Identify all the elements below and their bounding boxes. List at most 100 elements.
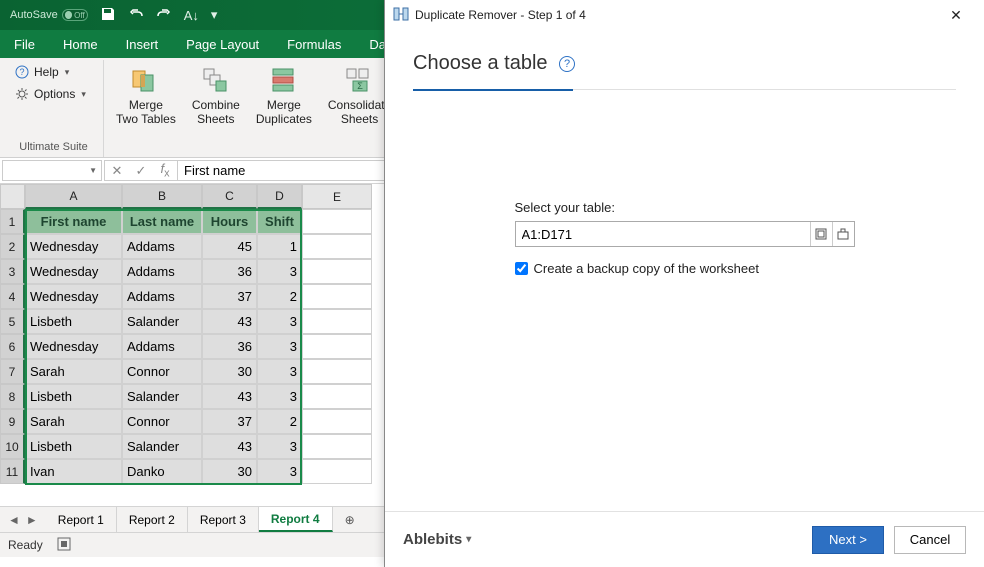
cell[interactable]: 36 bbox=[202, 334, 257, 359]
tab-home[interactable]: Home bbox=[49, 30, 112, 58]
cell[interactable]: 3 bbox=[257, 384, 302, 409]
cell[interactable]: 3 bbox=[257, 434, 302, 459]
cell[interactable]: Salander bbox=[122, 434, 202, 459]
autosave-control[interactable]: AutoSave Off bbox=[4, 9, 94, 21]
cell[interactable] bbox=[302, 234, 372, 259]
cell[interactable]: Danko bbox=[122, 459, 202, 484]
row-header[interactable]: 1 bbox=[0, 209, 25, 234]
cell[interactable] bbox=[302, 384, 372, 409]
cell[interactable]: Wednesday bbox=[25, 234, 122, 259]
tab-formulas[interactable]: Formulas bbox=[273, 30, 355, 58]
tab-insert[interactable]: Insert bbox=[112, 30, 173, 58]
next-sheet-icon[interactable]: ► bbox=[26, 513, 38, 527]
add-sheet-button[interactable]: ⊕ bbox=[333, 507, 367, 532]
col-header[interactable]: D bbox=[257, 184, 302, 209]
cell[interactable] bbox=[302, 459, 372, 484]
accept-icon[interactable]: ✓ bbox=[129, 163, 153, 179]
cell[interactable]: Addams bbox=[122, 284, 202, 309]
row-header[interactable]: 9 bbox=[0, 409, 25, 434]
cell[interactable]: Ivan bbox=[25, 459, 122, 484]
cell[interactable]: Wednesday bbox=[25, 259, 122, 284]
collapse-range-icon[interactable] bbox=[810, 222, 832, 246]
cell[interactable] bbox=[302, 359, 372, 384]
cell[interactable]: 37 bbox=[202, 284, 257, 309]
row-header[interactable]: 3 bbox=[0, 259, 25, 284]
undo-icon[interactable] bbox=[122, 6, 150, 25]
cell[interactable]: Connor bbox=[122, 359, 202, 384]
range-input[interactable] bbox=[516, 227, 810, 242]
cell[interactable]: 37 bbox=[202, 409, 257, 434]
fx-icon[interactable]: fx bbox=[153, 161, 177, 180]
cell[interactable] bbox=[302, 209, 372, 234]
sort-icon[interactable]: A↓ bbox=[178, 8, 205, 23]
next-button[interactable]: Next > bbox=[812, 526, 884, 554]
row-header[interactable]: 10 bbox=[0, 434, 25, 459]
autosave-toggle-icon[interactable]: Off bbox=[62, 9, 88, 21]
cell[interactable] bbox=[302, 284, 372, 309]
sheet-tab[interactable]: Report 2 bbox=[117, 507, 188, 532]
col-header[interactable]: A bbox=[25, 184, 122, 209]
cell[interactable]: 30 bbox=[202, 459, 257, 484]
cell[interactable] bbox=[302, 434, 372, 459]
combine-sheets-button[interactable]: CombineSheets bbox=[186, 62, 246, 128]
backup-checkbox[interactable] bbox=[515, 262, 528, 275]
sheet-nav[interactable]: ◄► bbox=[0, 507, 46, 532]
col-header[interactable]: C bbox=[202, 184, 257, 209]
cell[interactable]: 43 bbox=[202, 309, 257, 334]
merge-duplicates-button[interactable]: MergeDuplicates bbox=[250, 62, 318, 128]
cell[interactable]: 3 bbox=[257, 259, 302, 284]
cancel-icon[interactable]: ✕ bbox=[105, 163, 129, 179]
cell[interactable] bbox=[302, 259, 372, 284]
row-header[interactable]: 5 bbox=[0, 309, 25, 334]
cell[interactable]: Lisbeth bbox=[25, 309, 122, 334]
table-header-cell[interactable]: Last name bbox=[122, 209, 202, 234]
row-header[interactable]: 2 bbox=[0, 234, 25, 259]
cell[interactable]: 43 bbox=[202, 434, 257, 459]
cell[interactable]: Connor bbox=[122, 409, 202, 434]
dialog-titlebar[interactable]: Duplicate Remover - Step 1 of 4 ✕ bbox=[385, 0, 984, 30]
qat-customize-icon[interactable]: ▾ bbox=[205, 7, 224, 23]
cell[interactable] bbox=[302, 309, 372, 334]
tab-page-layout[interactable]: Page Layout bbox=[172, 30, 273, 58]
cell[interactable]: Addams bbox=[122, 234, 202, 259]
cell[interactable] bbox=[302, 334, 372, 359]
options-button[interactable]: Options ▾ bbox=[10, 84, 90, 104]
cell[interactable]: 2 bbox=[257, 409, 302, 434]
table-header-cell[interactable]: First name bbox=[25, 209, 122, 234]
expand-range-icon[interactable] bbox=[832, 222, 854, 246]
cell[interactable]: Lisbeth bbox=[25, 434, 122, 459]
name-box[interactable]: ▼ bbox=[2, 160, 102, 181]
save-icon[interactable] bbox=[94, 6, 122, 25]
cell[interactable]: Salander bbox=[122, 384, 202, 409]
cell[interactable]: 2 bbox=[257, 284, 302, 309]
sheet-tab[interactable]: Report 1 bbox=[46, 507, 117, 532]
cell[interactable]: Salander bbox=[122, 309, 202, 334]
row-header[interactable]: 8 bbox=[0, 384, 25, 409]
table-header-cell[interactable]: Shift bbox=[257, 209, 302, 234]
cell[interactable]: 36 bbox=[202, 259, 257, 284]
col-header[interactable]: B bbox=[122, 184, 202, 209]
branding[interactable]: Ablebits ▾ bbox=[403, 531, 471, 548]
cell[interactable]: Wednesday bbox=[25, 284, 122, 309]
cell[interactable]: Addams bbox=[122, 334, 202, 359]
cell[interactable]: Addams bbox=[122, 259, 202, 284]
row-header[interactable]: 11 bbox=[0, 459, 25, 484]
col-header[interactable]: E bbox=[302, 184, 372, 209]
merge-two-tables-button[interactable]: MergeTwo Tables bbox=[110, 62, 182, 128]
select-all-cell[interactable] bbox=[0, 184, 25, 209]
row-header[interactable]: 4 bbox=[0, 284, 25, 309]
close-button[interactable]: ✕ bbox=[936, 1, 976, 29]
cell[interactable]: Sarah bbox=[25, 409, 122, 434]
prev-sheet-icon[interactable]: ◄ bbox=[8, 513, 20, 527]
macro-record-icon[interactable] bbox=[57, 537, 71, 554]
table-header-cell[interactable]: Hours bbox=[202, 209, 257, 234]
tab-file[interactable]: File bbox=[0, 30, 49, 58]
redo-icon[interactable] bbox=[150, 6, 178, 25]
cell[interactable]: 3 bbox=[257, 334, 302, 359]
cell[interactable]: Sarah bbox=[25, 359, 122, 384]
cancel-button[interactable]: Cancel bbox=[894, 526, 966, 554]
cell[interactable]: 45 bbox=[202, 234, 257, 259]
cell[interactable]: 30 bbox=[202, 359, 257, 384]
help-button[interactable]: ? Help ▾ bbox=[10, 62, 73, 82]
row-header[interactable]: 6 bbox=[0, 334, 25, 359]
